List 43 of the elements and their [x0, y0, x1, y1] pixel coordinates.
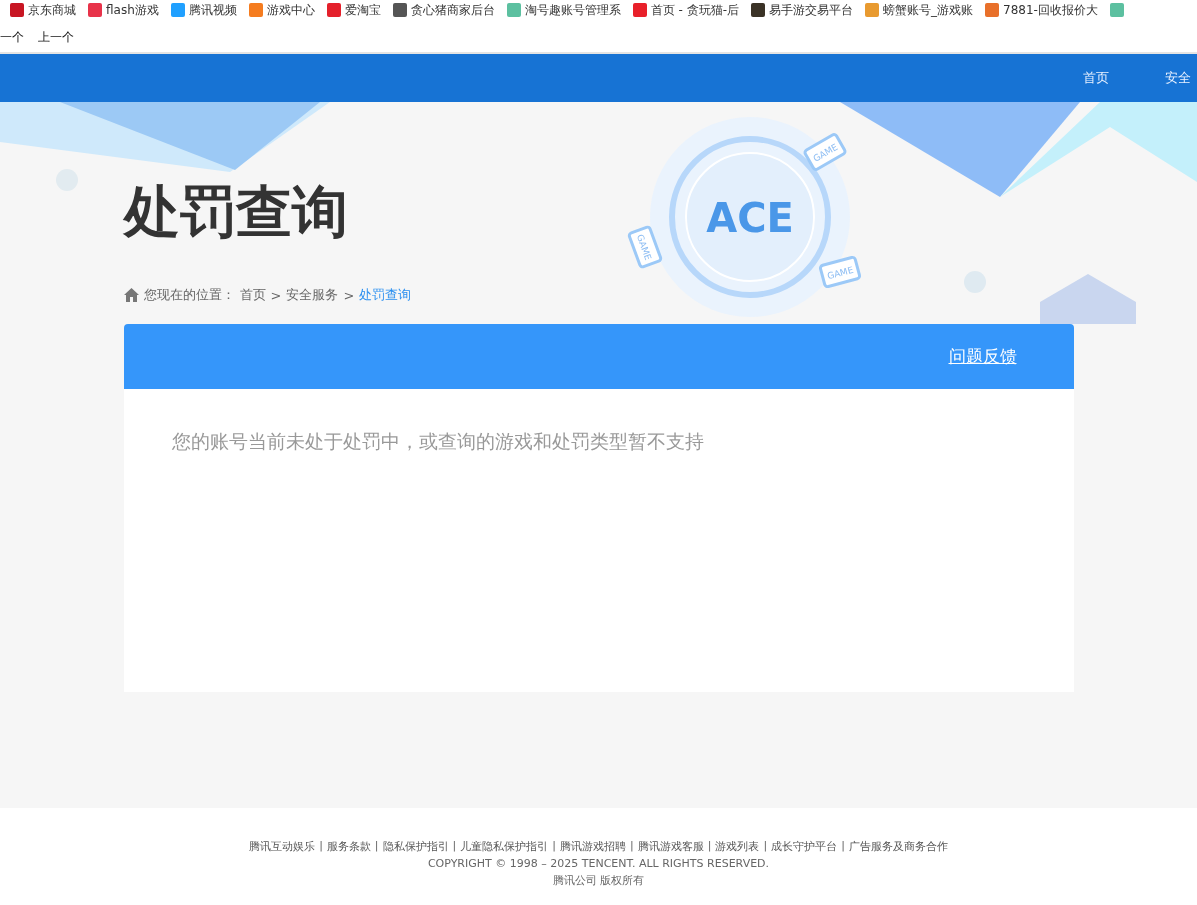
breadcrumb-separator: > [270, 287, 282, 303]
link-separator: | [630, 839, 634, 854]
bookmark-link[interactable]: 易手游交易平台 [751, 1, 854, 19]
company-text: 腾讯公司 版权所有 [552, 873, 645, 888]
page-title: 处罚查询 [123, 184, 348, 240]
link-separator: | [374, 839, 379, 854]
bookmark-link[interactable]: 游戏中心 [248, 1, 315, 19]
link-separator: | [319, 839, 323, 854]
footer-link[interactable]: 隐私保护指引 [382, 839, 449, 854]
home-icon [123, 288, 139, 302]
footer-link[interactable]: 服务条款 [326, 839, 371, 854]
breadcrumb-label: 您现在的位置： [143, 286, 235, 304]
bookmark-link[interactable]: flash游戏 [88, 1, 159, 19]
copyright-text: COPYRIGHT © 1998 – 2025 TENCENT. ALL RIGHTS RESERVED. [427, 857, 770, 870]
bookmark-link[interactable]: 贪心猪商家后台 [392, 1, 495, 19]
find-previous-button[interactable]: 上一个 [38, 29, 74, 46]
nav-link[interactable]: 安全 [1165, 69, 1191, 87]
link-separator: | [707, 839, 712, 854]
bookmark-link[interactable]: 淘号趣账号管理系 [506, 1, 621, 19]
footer-link[interactable]: 腾讯游戏客服 [637, 839, 704, 854]
link-separator: | [841, 839, 845, 854]
bookmark-link[interactable]: 首页 - 贪玩猫-后 [632, 1, 740, 19]
bookmark-link[interactable]: 爱淘宝 [326, 1, 381, 19]
footer-link[interactable]: 儿童隐私保护指引 [460, 839, 549, 854]
footer-link[interactable]: 腾讯游戏招聘 [560, 839, 626, 854]
link-separator: | [552, 839, 556, 854]
link-separator: | [763, 839, 768, 854]
bookmark-link[interactable]: 7881-回收报价大 [985, 1, 1098, 19]
nav-link[interactable]: 首页 [1083, 69, 1109, 87]
breadcrumb-link[interactable]: 首页 [239, 286, 266, 304]
bookmark-link[interactable]: 京东商城 [10, 1, 76, 19]
footer-link[interactable]: 广告服务及商务合作 [848, 839, 948, 854]
status-message: 您的账号当前未处于处罚中，或查询的游戏和处罚类型暂不支持 [171, 429, 705, 454]
find-next-button[interactable]: 一个 [0, 29, 24, 46]
breadcrumb-link[interactable]: 安全服务 [286, 286, 339, 304]
bookmark-icon[interactable] [1109, 3, 1124, 17]
footer-link[interactable]: 腾讯互动娱乐 [249, 839, 316, 854]
footer-link[interactable]: 游戏列表 [715, 839, 760, 854]
footer-link[interactable]: 成长守护平台 [771, 839, 838, 854]
bookmark-link[interactable]: 螃蟹账号_游戏账 [865, 1, 974, 19]
link-separator: | [452, 839, 457, 854]
bookmark-link[interactable]: 腾讯视频 [170, 1, 237, 19]
breadcrumb-separator: > [343, 287, 355, 303]
